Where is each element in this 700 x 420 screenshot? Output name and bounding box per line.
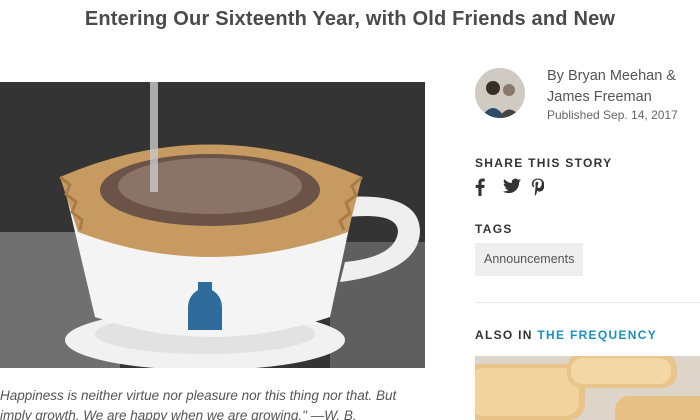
- twitter-icon[interactable]: [503, 178, 521, 196]
- hero-image: [0, 82, 425, 368]
- published-date: Published Sep. 14, 2017: [547, 108, 678, 122]
- author-byline[interactable]: By Bryan Meehan & James Freeman: [547, 66, 676, 108]
- sidebar-divider: [475, 302, 700, 303]
- article-sidebar: By Bryan Meehan & James Freeman Publishe…: [475, 0, 700, 420]
- share-label: SHARE THIS STORY: [475, 156, 613, 170]
- also-in-heading: ALSO IN THE FREQUENCY: [475, 328, 657, 342]
- also-in-prefix: ALSO IN: [475, 328, 533, 342]
- pinterest-icon[interactable]: [531, 178, 547, 196]
- facebook-icon[interactable]: [475, 178, 491, 196]
- share-icons: [475, 178, 547, 196]
- article-quote: Happiness is neither virtue nor pleasure…: [0, 388, 397, 420]
- tags-label: TAGS: [475, 222, 513, 236]
- tag-announcements[interactable]: Announcements: [475, 243, 584, 276]
- author-avatar: [475, 68, 525, 118]
- the-frequency-link[interactable]: THE FREQUENCY: [537, 328, 657, 342]
- related-story-image[interactable]: [475, 356, 700, 420]
